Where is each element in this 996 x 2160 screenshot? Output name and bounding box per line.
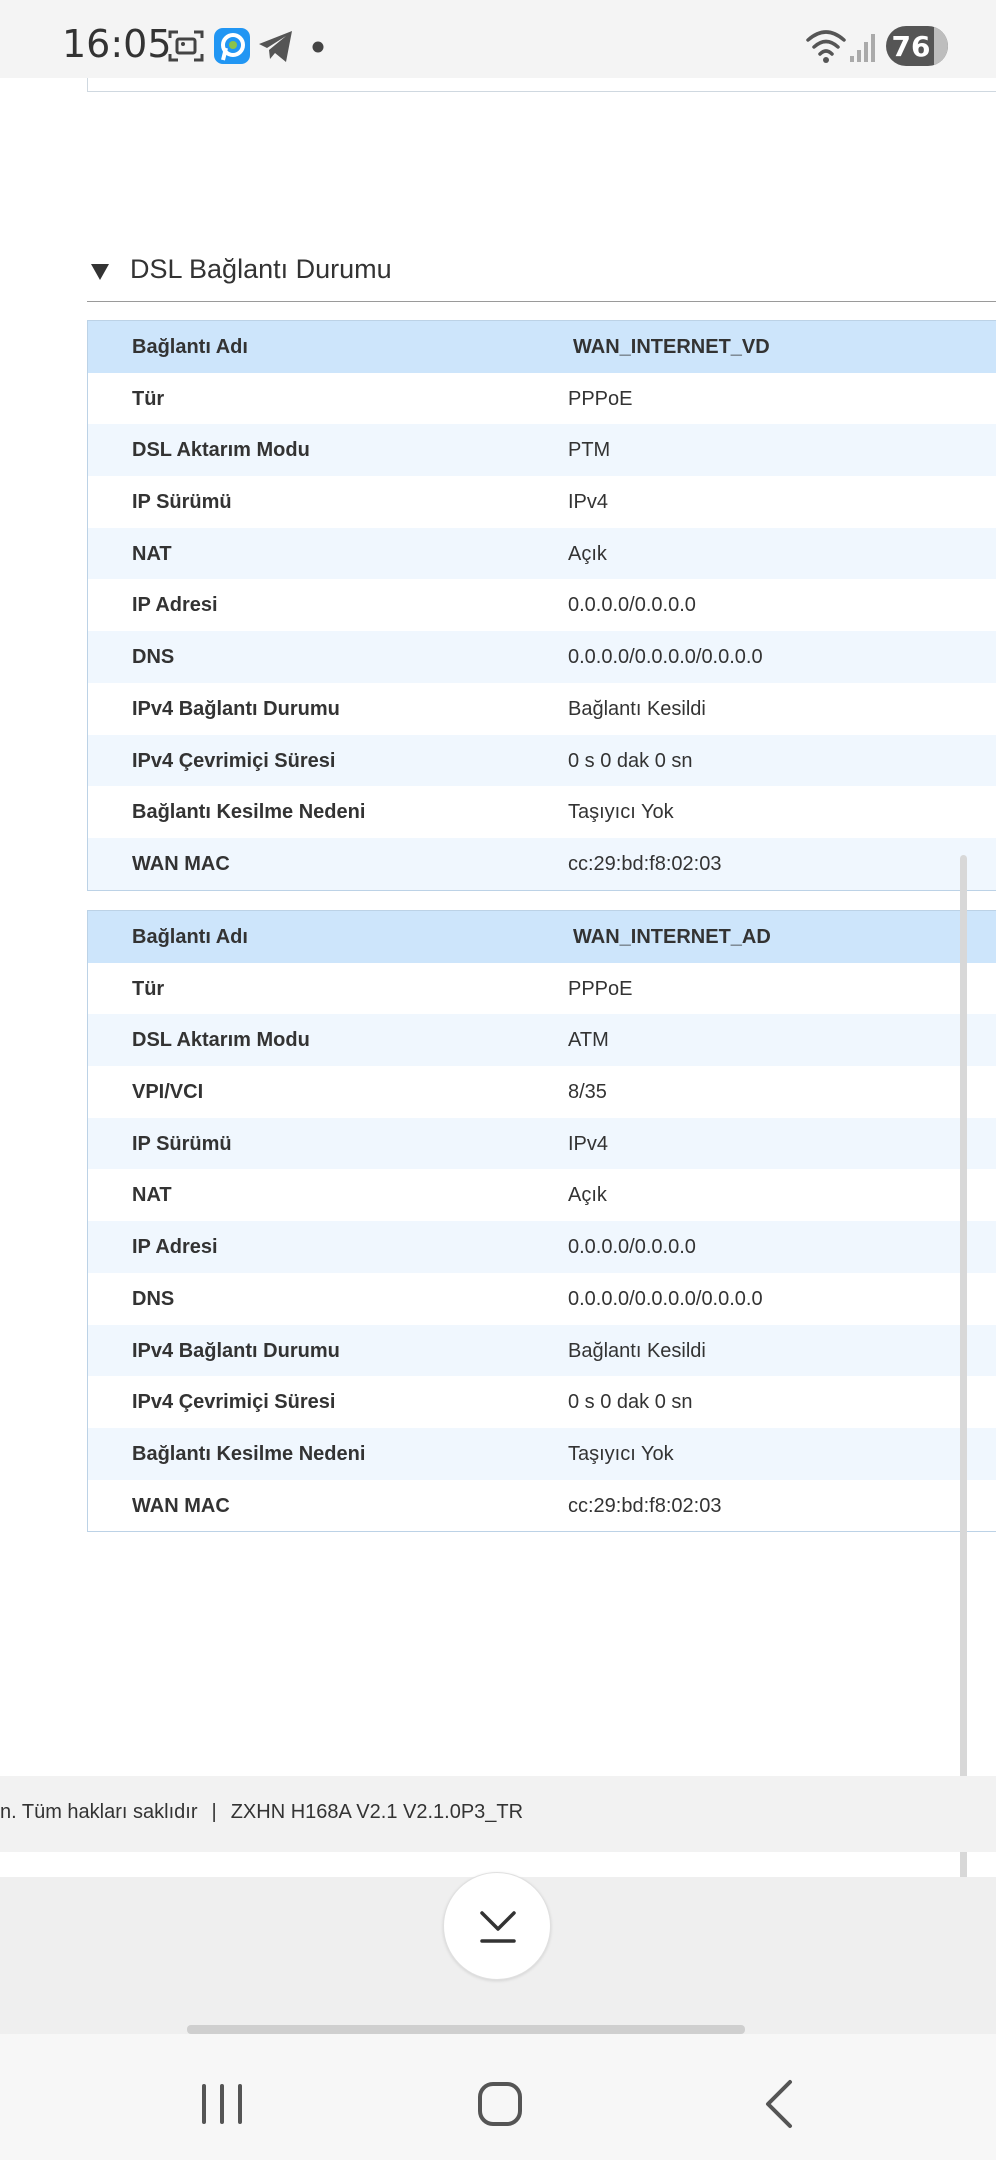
row-label: NAT xyxy=(132,1184,172,1207)
page-scrollbar[interactable] xyxy=(960,855,967,1910)
table-row: IPv4 Çevrimiçi Süresi 0 s 0 dak 0 sn xyxy=(88,1376,996,1428)
row-value: Taşıyıcı Yok xyxy=(568,1442,674,1465)
row-label: Bağlantı Kesilme Nedeni xyxy=(132,1442,366,1465)
battery-indicator: 76 xyxy=(886,26,948,66)
row-label: Tür xyxy=(132,977,165,1000)
row-label: Bağlantı Adı xyxy=(132,336,248,358)
table-row: DSL Aktarım Modu ATM xyxy=(88,1014,996,1067)
table-row: Tür PPPoE xyxy=(88,372,996,425)
row-label: WAN MAC xyxy=(132,1494,230,1517)
chevron-down-icon xyxy=(480,1911,516,1943)
dsl-section-header[interactable]: DSL Bağlantı Durumu xyxy=(87,250,996,302)
table-row: IPv4 Çevrimiçi Süresi 0 s 0 dak 0 sn xyxy=(88,734,996,787)
table-row: IPv4 Bağlantı Durumu Bağlantı Kesildi xyxy=(88,1324,996,1377)
row-value: 0.0.0.0/0.0.0.0/0.0.0.0 xyxy=(568,646,763,669)
system-nav-bar xyxy=(0,2034,996,2160)
row-value: IPv4 xyxy=(568,491,609,514)
row-value: WAN_INTERNET_AD xyxy=(573,926,771,948)
row-label: IPv4 Çevrimiçi Süresi xyxy=(132,749,336,772)
row-label: VPI/VCI xyxy=(132,1081,204,1104)
table-row: IPv4 Bağlantı Durumu Bağlantı Kesildi xyxy=(88,682,996,735)
screenshot-icon xyxy=(168,30,204,62)
row-value: IPv4 xyxy=(568,1132,609,1155)
row-value: Bağlantı Kesildi xyxy=(568,1339,706,1362)
row-label: IP Sürümü xyxy=(132,1132,232,1155)
row-value: 0.0.0.0/0.0.0.0 xyxy=(568,594,696,617)
table-row: DSL Aktarım Modu PTM xyxy=(88,424,996,477)
table-row: Tür PPPoE xyxy=(88,962,996,1015)
signal-icon xyxy=(850,34,875,62)
back-icon[interactable] xyxy=(750,2074,810,2134)
table-row: IP Sürümü IPv4 xyxy=(88,476,996,528)
home-icon[interactable] xyxy=(470,2074,530,2134)
row-value: 0 s 0 dak 0 sn xyxy=(568,1391,693,1414)
table-row: Bağlantı Kesilme Nedeni Taşıyıcı Yok xyxy=(88,786,996,838)
app-icon xyxy=(214,28,250,64)
status-bar: 16:05 76 xyxy=(0,0,996,78)
collapse-arrow-icon[interactable] xyxy=(91,264,109,280)
row-value: Açık xyxy=(568,542,607,565)
row-value: Taşıyıcı Yok xyxy=(568,801,674,824)
battery-level: 76 xyxy=(891,30,931,63)
row-label: IPv4 Bağlantı Durumu xyxy=(132,1339,340,1362)
row-label: DNS xyxy=(132,1287,175,1310)
row-value: 0 s 0 dak 0 sn xyxy=(568,749,693,772)
table-row: IP Sürümü IPv4 xyxy=(88,1117,996,1170)
row-value: 8/35 xyxy=(568,1081,607,1104)
row-label: IP Adresi xyxy=(132,594,218,617)
table-row: VPI/VCI 8/35 xyxy=(88,1066,996,1118)
row-label: IPv4 Çevrimiçi Süresi xyxy=(132,1391,336,1414)
table-row: NAT Açık xyxy=(88,1169,996,1222)
row-value: ATM xyxy=(568,1029,609,1052)
row-label: IPv4 Bağlantı Durumu xyxy=(132,697,340,720)
horizontal-scrollbar[interactable] xyxy=(187,2025,745,2034)
row-label: IP Adresi xyxy=(132,1236,218,1259)
table-row: IP Adresi 0.0.0.0/0.0.0.0 xyxy=(88,1221,996,1273)
footer-separator: | xyxy=(211,1801,217,1823)
table-row: Bağlantı Adı WAN_INTERNET_VD xyxy=(88,321,996,373)
row-label: DSL Aktarım Modu xyxy=(132,439,310,462)
dot-icon xyxy=(312,41,324,53)
row-value: 0.0.0.0/0.0.0.0 xyxy=(568,1236,696,1259)
row-label: DSL Aktarım Modu xyxy=(132,1029,310,1052)
row-value: Bağlantı Kesildi xyxy=(568,697,706,720)
table-row: Bağlantı Kesilme Nedeni Taşıyıcı Yok xyxy=(88,1427,996,1480)
row-label: IP Sürümü xyxy=(132,491,232,514)
previous-section-box xyxy=(87,78,996,92)
row-value: 0.0.0.0/0.0.0.0/0.0.0.0 xyxy=(568,1287,763,1310)
row-label: Tür xyxy=(132,387,165,410)
row-label: WAN MAC xyxy=(132,852,230,875)
table-row: WAN MAC cc:29:bd:f8:02:03 xyxy=(88,1479,996,1532)
table-row: DNS 0.0.0.0/0.0.0.0/0.0.0.0 xyxy=(88,1272,996,1325)
table-row: DNS 0.0.0.0/0.0.0.0/0.0.0.0 xyxy=(88,631,996,683)
scroll-down-button[interactable] xyxy=(443,1872,551,1980)
row-value: WAN_INTERNET_VD xyxy=(573,336,770,358)
row-label: Bağlantı Adı xyxy=(132,926,248,948)
connection-table-2: Bağlantı Adı WAN_INTERNET_AD Tür PPPoE DSL A… xyxy=(87,910,996,1533)
connection-table-1: Bağlantı Adı WAN_INTERNET_VD Tür PPPoE DSL A… xyxy=(87,320,996,891)
footer: n. Tüm hakları saklıdır | ZXHN H168A V2.1 … xyxy=(0,1776,996,1852)
row-label: Bağlantı Kesilme Nedeni xyxy=(132,801,366,824)
row-value: cc:29:bd:f8:02:03 xyxy=(568,852,722,875)
row-label: DNS xyxy=(132,646,175,669)
row-label: NAT xyxy=(132,542,172,565)
wifi-icon xyxy=(806,30,846,63)
table-row: NAT Açık xyxy=(88,527,996,580)
table-row: IP Adresi 0.0.0.0/0.0.0.0 xyxy=(88,579,996,632)
recent-apps-icon[interactable] xyxy=(192,2074,252,2134)
status-time: 16:05 xyxy=(62,22,172,66)
footer-version: ZXHN H168A V2.1 V2.1.0P3_TR xyxy=(230,1801,524,1823)
table-row: Bağlantı Adı WAN_INTERNET_AD xyxy=(88,911,996,963)
footer-text: n. Tüm hakları saklıdır | ZXHN H168A V2.1 … xyxy=(0,1801,523,1824)
row-value: PPPoE xyxy=(568,387,633,410)
table-row: WAN MAC cc:29:bd:f8:02:03 xyxy=(88,837,996,890)
telegram-icon xyxy=(259,31,292,62)
row-value: PPPoE xyxy=(568,977,633,1000)
row-value: Açık xyxy=(568,1184,607,1207)
section-title: DSL Bağlantı Durumu xyxy=(130,254,392,284)
footer-copyright: n. Tüm hakları saklıdır xyxy=(0,1801,198,1823)
row-value: PTM xyxy=(568,439,611,462)
row-value: cc:29:bd:f8:02:03 xyxy=(568,1494,722,1517)
